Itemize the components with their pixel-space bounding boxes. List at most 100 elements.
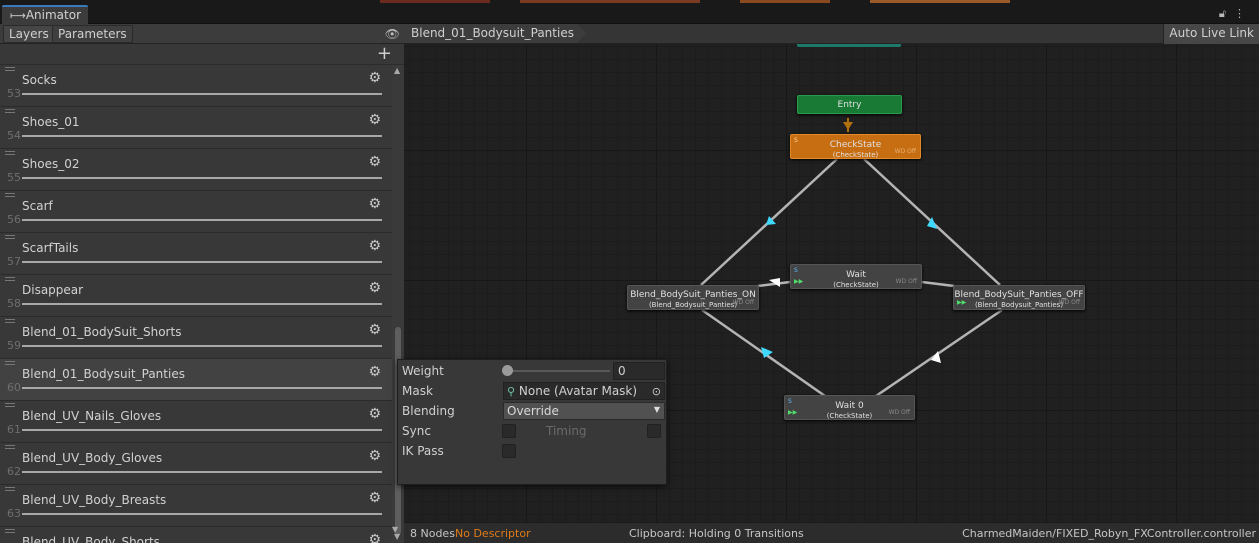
layer-name: Shoes_01 [22, 115, 80, 129]
scroll-down-icon[interactable]: ▼ [392, 525, 398, 534]
transition-wait0-to-off[interactable] [875, 308, 1003, 398]
gear-icon[interactable]: ⚙ [368, 238, 381, 254]
play-icon: ▶▶ [788, 409, 798, 416]
drag-handle-icon[interactable] [5, 403, 15, 407]
lock-icon[interactable]: 🔓︎ [1219, 7, 1234, 20]
drag-handle-icon[interactable] [5, 151, 15, 155]
transition-arrow-icon [843, 122, 853, 130]
drag-handle-icon[interactable] [5, 67, 15, 71]
sync-checkbox[interactable] [502, 424, 516, 438]
layer-index: 59 [7, 339, 21, 352]
gear-icon[interactable]: ⚙ [368, 322, 381, 338]
layer-row[interactable]: Blend_01_Bodysuit_Panties 60 ⚙ [0, 359, 392, 401]
layer-row[interactable]: Scarf 56 ⚙ [0, 191, 392, 233]
entry-node[interactable]: Entry [797, 95, 902, 114]
layer-row[interactable]: Blend_UV_Body_Breasts 63 ⚙ [0, 485, 392, 527]
window-controls: 🔓︎⋮ [1219, 7, 1253, 21]
state-badge: S [794, 267, 798, 274]
weight-slider-handle[interactable] [502, 365, 513, 376]
layer-settings-popup: Weight 0 Mask ⚲ None (Avatar Mask) ⊙ Ble… [397, 359, 667, 485]
animator-window-tab[interactable]: ⟼ Animator [2, 5, 88, 24]
drag-handle-icon[interactable] [5, 361, 15, 365]
layer-weight-bar [22, 219, 382, 221]
checkstate-node[interactable]: S CheckState (CheckState) WD Off [790, 134, 921, 159]
blending-dropdown[interactable]: Override ▼ [503, 402, 665, 420]
weight-field[interactable]: 0 [613, 362, 665, 380]
tab-parameters[interactable]: Parameters [52, 25, 133, 43]
weight-slider-track[interactable] [506, 370, 610, 372]
weight-label: Weight [402, 364, 444, 378]
layer-row[interactable]: Socks 53 ⚙ [0, 65, 392, 107]
eye-icon[interactable]: 👁︎ [385, 27, 400, 41]
layer-row[interactable]: Blend_UV_Body_Shorts64⚙ [0, 527, 392, 543]
layer-index: 57 [7, 255, 21, 268]
node-count: 8 Nodes [410, 527, 455, 540]
layer-row[interactable]: ScarfTails 57 ⚙ [0, 233, 392, 275]
blending-label: Blending [402, 404, 455, 418]
layer-name: Blend_UV_Body_Shorts [22, 535, 160, 543]
drag-handle-icon[interactable] [5, 445, 15, 449]
play-icon: ▶▶ [957, 299, 967, 306]
layer-row[interactable]: Blend_UV_Body_Gloves 62 ⚙ [0, 443, 392, 485]
layer-index: 55 [7, 171, 21, 184]
layer-weight-bar [22, 135, 382, 137]
layer-name: ScarfTails [22, 241, 79, 255]
ik-pass-checkbox[interactable] [502, 444, 516, 458]
gear-icon[interactable]: ⚙ [368, 112, 381, 128]
menu-icon[interactable]: ⋮ [1234, 7, 1253, 20]
layer-weight-bar [22, 387, 382, 389]
layer-index: 63 [7, 507, 21, 520]
blending-value: Override [507, 404, 559, 418]
drag-handle-icon[interactable] [5, 277, 15, 281]
drag-handle-icon[interactable] [5, 529, 15, 533]
timing-label: Timing [546, 424, 587, 438]
gear-icon[interactable]: ⚙ [368, 70, 381, 86]
layer-row[interactable]: Shoes_01 54 ⚙ [0, 107, 392, 149]
auto-live-link-button[interactable]: Auto Live Link [1163, 24, 1259, 44]
gear-icon[interactable]: ⚙ [368, 196, 381, 212]
breadcrumb[interactable]: Blend_01_Bodysuit_Panties [404, 24, 586, 43]
write-defaults-badge: WD Off [894, 148, 916, 155]
drag-handle-icon[interactable] [5, 193, 15, 197]
layer-name: Blend_UV_Nails_Gloves [22, 409, 162, 423]
state-badge: S [794, 137, 798, 144]
timing-checkbox[interactable] [647, 424, 661, 438]
transition-wait-to-off[interactable] [921, 280, 955, 288]
gear-icon[interactable]: ⚙ [368, 448, 381, 464]
drag-handle-icon[interactable] [5, 319, 15, 323]
layer-list: Socks 53 ⚙ Shoes_01 54 ⚙ Shoes_02 55 ⚙ Scarf 56 ⚙ Sc… [0, 65, 392, 543]
add-layer-button[interactable]: + [377, 43, 392, 64]
gear-icon[interactable]: ⚙ [368, 364, 381, 380]
layer-name: Socks [22, 73, 57, 87]
play-icon: ▶▶ [794, 278, 804, 285]
drag-handle-icon[interactable] [5, 235, 15, 239]
panties-off-node[interactable]: Blend_BodySuit_Panties_OFF (Blend_Bodysu… [953, 285, 1085, 310]
gear-icon[interactable]: ⚙ [368, 406, 381, 422]
layer-row[interactable]: Disappear 58 ⚙ [0, 275, 392, 317]
wait0-node[interactable]: S Wait 0 (CheckState) ▶▶ WD Off [784, 395, 915, 420]
scroll-up-icon[interactable]: ▲ [394, 66, 400, 75]
gear-icon[interactable]: ⚙ [368, 280, 381, 296]
layer-index: 56 [7, 213, 21, 226]
drag-handle-icon[interactable] [5, 487, 15, 491]
tab-layers[interactable]: Layers [3, 25, 55, 43]
layer-row[interactable]: Blend_01_BodySuit_Shorts 59 ⚙ [0, 317, 392, 359]
gear-icon[interactable]: ⚙ [368, 154, 381, 170]
mask-field[interactable]: ⚲ None (Avatar Mask) ⊙ [503, 382, 665, 400]
gear-icon[interactable]: ⚙ [368, 490, 381, 506]
window-tab-bar: ⟼ Animator 🔓︎⋮ [0, 4, 1259, 24]
wait-node[interactable]: S Wait (CheckState) ▶▶ WD Off [790, 264, 922, 289]
layer-name: Blend_UV_Body_Breasts [22, 493, 167, 507]
drag-handle-icon[interactable] [5, 109, 15, 113]
add-layer-row: + [0, 43, 404, 65]
layer-weight-bar [22, 177, 382, 179]
clipboard-status: Clipboard: Holding 0 Transitions [629, 527, 804, 540]
gear-icon[interactable]: ⚙ [368, 532, 381, 543]
layer-row[interactable]: Blend_UV_Nails_Gloves 61 ⚙ [0, 401, 392, 443]
layer-weight-bar [22, 93, 382, 95]
panties-on-node[interactable]: Blend_BodySuit_Panties_ON (Blend_Bodysui… [627, 285, 759, 310]
layer-row[interactable]: Shoes_02 55 ⚙ [0, 149, 392, 191]
object-picker-icon[interactable]: ⊙ [652, 385, 661, 398]
layer-name: Blend_01_BodySuit_Shorts [22, 325, 182, 339]
sync-label: Sync [402, 424, 431, 438]
